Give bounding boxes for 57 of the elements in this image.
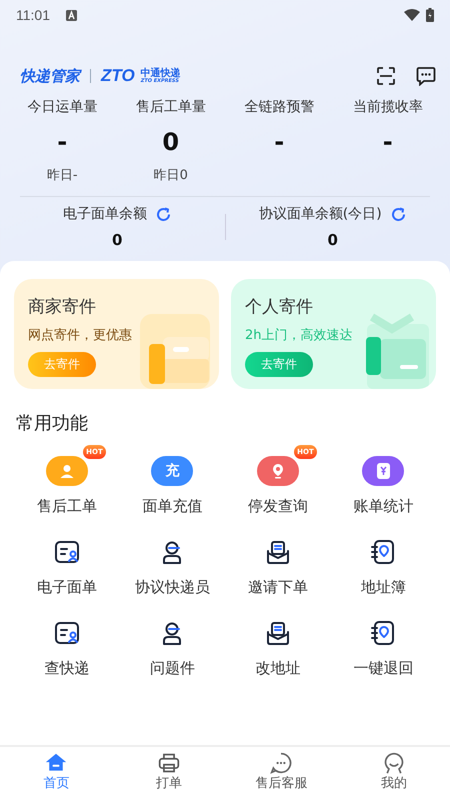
function-icon[interactable] <box>264 620 291 646</box>
function-label[interactable]: 账单统计 <box>353 497 414 516</box>
refresh-icon[interactable] <box>154 206 172 222</box>
function-label[interactable]: 面单充值 <box>142 497 202 516</box>
stat-yesterday: 昨日0 <box>154 167 188 184</box>
refresh-icon[interactable] <box>390 206 407 222</box>
nav-tab[interactable]: 我的 <box>338 747 450 797</box>
stat-value: - <box>382 128 393 158</box>
function-label[interactable]: 问题件 <box>150 659 195 678</box>
face-icon <box>382 752 405 774</box>
card-subtitle: 网点寄件，更优惠 <box>28 327 133 344</box>
status-time: 11:01 <box>16 7 50 23</box>
balance-label: 协议面单余额(今日) <box>258 205 382 223</box>
app-logo-text: 快递管家 <box>20 66 80 86</box>
shipping-card[interactable]: 个人寄件 2h上门，高效速达 去寄件 <box>231 279 436 389</box>
function-icon[interactable] <box>370 539 396 565</box>
message-icon[interactable] <box>416 66 436 86</box>
balance-value: 0 <box>112 231 122 249</box>
card-subtitle: 2h上门，高效速达 <box>245 327 354 344</box>
stat-yesterday: 昨日- <box>46 167 78 184</box>
balance-value: 0 <box>328 231 338 249</box>
nav-tab[interactable]: 首页 <box>0 747 112 797</box>
function-label[interactable]: 邀请下单 <box>248 578 308 597</box>
balance-label: 电子面单余额 <box>62 205 147 223</box>
function-label[interactable]: 改地址 <box>255 659 300 678</box>
printer-icon <box>158 752 180 774</box>
nav-tab[interactable]: 打单 <box>112 747 225 797</box>
function-icon[interactable] <box>370 620 396 646</box>
stat-label: 售后工单量 <box>136 98 206 116</box>
card-title: 商家寄件 <box>28 296 97 318</box>
stat-label: 当前揽收率 <box>352 98 423 116</box>
stat-label: 全链路预警 <box>244 98 314 116</box>
function-label[interactable]: 协议快递员 <box>134 578 210 597</box>
notification-icon <box>66 10 77 20</box>
function-label[interactable]: 停发查询 <box>248 497 308 516</box>
stat-value: 0 <box>162 128 180 158</box>
function-icon[interactable] <box>264 539 291 565</box>
nav-tab[interactable]: 售后客服 <box>225 747 338 797</box>
function-icon[interactable] <box>54 539 80 565</box>
function-label[interactable]: 查快递 <box>44 659 90 678</box>
stat-label: 今日运单量 <box>27 98 98 116</box>
section-title: 常用功能 <box>16 412 89 435</box>
function-label[interactable]: 地址簿 <box>360 578 406 597</box>
brand-logo-text: 中通快递 <box>140 68 181 78</box>
chat-icon <box>270 752 292 774</box>
stat-value: - <box>57 128 68 158</box>
wifi-icon <box>404 9 420 21</box>
function-label[interactable]: 售后工单 <box>36 497 97 516</box>
shipping-card[interactable]: 商家寄件 网点寄件，更优惠 去寄件 <box>14 279 219 389</box>
stat-value: - <box>274 128 284 158</box>
brand-logo-mark: ZTO <box>101 66 135 86</box>
function-icon[interactable] <box>54 620 80 646</box>
battery-icon <box>426 8 434 22</box>
card-title: 个人寄件 <box>245 296 314 318</box>
function-label[interactable]: 电子面单 <box>36 578 97 597</box>
function-label[interactable]: 一键退回 <box>353 659 414 678</box>
scan-icon[interactable] <box>376 66 396 86</box>
